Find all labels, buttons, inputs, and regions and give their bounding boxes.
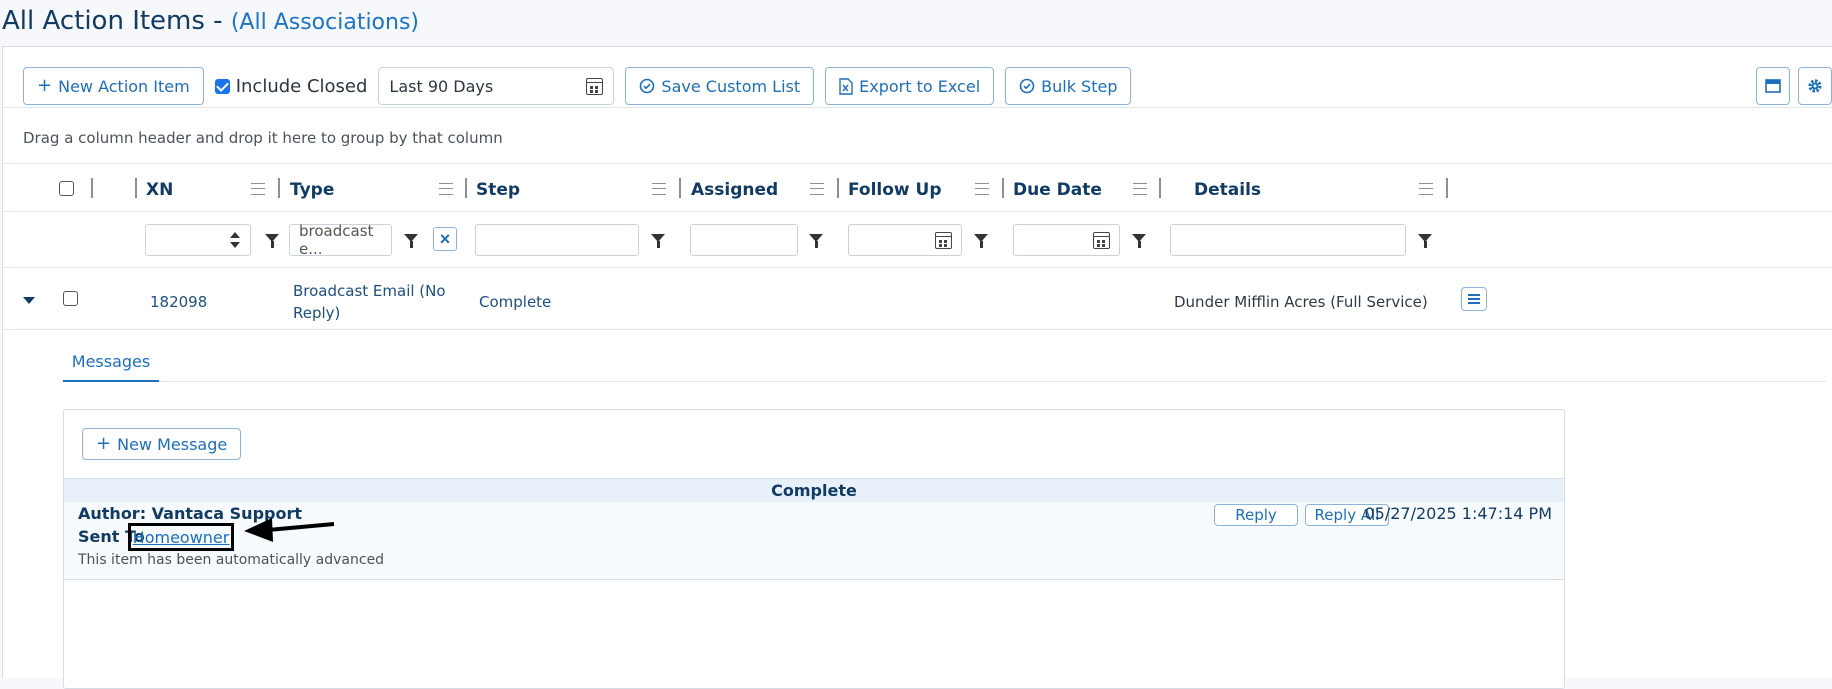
date-range-value: Last 90 Days: [389, 76, 494, 96]
page-title: All Action Items - (All Associations): [2, 6, 419, 36]
divider: [3, 267, 1832, 268]
date-range-picker[interactable]: Last 90 Days: [378, 67, 615, 105]
row-checkbox[interactable]: [63, 291, 78, 306]
column-menu-icon[interactable]: [652, 183, 666, 195]
column-separator: [135, 178, 137, 198]
filter-icon[interactable]: [809, 234, 823, 248]
gear-icon: [1808, 79, 1822, 93]
clear-filter-icon[interactable]: ×: [433, 227, 457, 251]
column-header-follow-up[interactable]: Follow Up: [848, 180, 942, 200]
layout-icon: [1765, 79, 1781, 93]
type-filter-input[interactable]: broadcast e...: [289, 222, 392, 258]
settings-button[interactable]: [1798, 67, 1832, 105]
plus-icon: +: [96, 433, 112, 454]
message-body: This item has been automatically advance…: [78, 552, 385, 568]
column-header-step[interactable]: Step: [476, 180, 520, 200]
layout-button[interactable]: [1756, 67, 1790, 105]
type-filter-value: broadcast e...: [299, 222, 374, 258]
column-menu-icon[interactable]: [975, 183, 989, 195]
divider: [3, 329, 1832, 330]
column-separator: [837, 178, 839, 198]
row-menu-icon: [1468, 294, 1480, 304]
step-filter-input[interactable]: [475, 224, 639, 256]
association-selector[interactable]: (All Associations): [231, 10, 419, 35]
divider: [3, 107, 1832, 108]
column-menu-icon[interactable]: [1133, 183, 1147, 195]
bulk-step-button[interactable]: Bulk Step: [1005, 67, 1132, 105]
recipient-link[interactable]: Homeowner: [128, 523, 234, 551]
new-action-item-button[interactable]: + New Action Item: [23, 67, 204, 105]
row-type-line2: Reply): [293, 304, 341, 322]
sort-spinner-icon[interactable]: [229, 231, 241, 249]
row-type-line1: Broadcast Email (No: [293, 282, 446, 300]
column-separator: [1446, 178, 1448, 198]
export-to-excel-button[interactable]: Export to Excel: [825, 67, 995, 105]
tab-messages[interactable]: Messages: [63, 342, 159, 382]
column-header-type[interactable]: Type: [290, 180, 334, 200]
message-timestamp: 05/27/2025 1:47:14 PM: [1364, 504, 1552, 523]
calendar-icon[interactable]: [935, 231, 952, 249]
assigned-filter-input[interactable]: [690, 224, 798, 256]
message-status-header: Complete: [64, 478, 1564, 502]
export-to-excel-label: Export to Excel: [859, 76, 981, 96]
plus-icon: +: [37, 75, 53, 96]
excel-icon: [839, 77, 853, 95]
select-all-checkbox[interactable]: [59, 181, 74, 196]
due-date-filter-input[interactable]: [1013, 224, 1120, 256]
filter-icon[interactable]: [404, 234, 418, 248]
column-header-details[interactable]: Details: [1194, 180, 1261, 200]
follow-up-filter-input[interactable]: [848, 224, 962, 256]
action-items-panel: + New Action Item Include Closed Last 90…: [2, 46, 1832, 689]
column-separator: [679, 178, 681, 198]
column-header-xn[interactable]: XN: [146, 180, 173, 200]
row-xn[interactable]: 182098: [150, 293, 207, 311]
row-details: Dunder Mifflin Acres (Full Service): [1174, 293, 1428, 311]
reply-button[interactable]: Reply: [1214, 504, 1298, 526]
column-menu-icon[interactable]: [810, 183, 824, 195]
column-separator: [91, 178, 93, 198]
row-step: Complete: [479, 293, 552, 311]
column-separator: [278, 178, 280, 198]
group-by-drop-zone[interactable]: Drag a column header and drop it here to…: [23, 129, 503, 147]
filter-icon[interactable]: [265, 234, 279, 248]
column-menu-icon[interactable]: [1419, 183, 1433, 195]
messages-panel: + New Message Complete Author: Vantaca S…: [63, 409, 1565, 689]
save-custom-list-button[interactable]: Save Custom List: [625, 67, 815, 105]
include-closed-checkbox[interactable]: [214, 78, 230, 94]
check-circle-icon: [1019, 78, 1035, 94]
column-separator: [1159, 178, 1161, 198]
view-controls: [1756, 67, 1832, 105]
calendar-icon[interactable]: [1093, 231, 1110, 249]
expand-caret-icon[interactable]: [23, 297, 35, 304]
bulk-step-label: Bulk Step: [1041, 76, 1118, 96]
filter-icon[interactable]: [651, 234, 665, 248]
new-action-item-label: New Action Item: [58, 76, 190, 96]
column-menu-icon[interactable]: [439, 183, 453, 195]
new-message-label: New Message: [117, 434, 228, 454]
column-separator: [465, 178, 467, 198]
row-menu-button[interactable]: [1461, 287, 1487, 311]
annotation-arrow: [244, 518, 335, 542]
details-filter-input[interactable]: [1170, 224, 1406, 256]
filter-icon[interactable]: [974, 234, 988, 248]
new-message-button[interactable]: + New Message: [82, 428, 242, 460]
save-custom-list-label: Save Custom List: [661, 76, 801, 96]
divider: [3, 211, 1832, 212]
divider: [3, 163, 1832, 164]
column-header-due-date[interactable]: Due Date: [1013, 180, 1102, 200]
column-menu-icon[interactable]: [251, 183, 265, 195]
filter-icon[interactable]: [1132, 234, 1146, 248]
include-closed-label: Include Closed: [235, 75, 368, 97]
check-circle-icon: [640, 78, 655, 94]
page-title-text: All Action Items -: [2, 6, 223, 36]
tab-strip-divider: [159, 381, 1826, 382]
calendar-icon[interactable]: [586, 77, 604, 95]
column-header-assigned[interactable]: Assigned: [691, 180, 778, 200]
include-closed-toggle[interactable]: Include Closed: [214, 75, 368, 97]
filter-icon[interactable]: [1418, 234, 1432, 248]
column-separator: [1002, 178, 1004, 198]
toolbar: + New Action Item Include Closed Last 90…: [23, 67, 1132, 105]
xn-filter-input[interactable]: [145, 224, 251, 256]
